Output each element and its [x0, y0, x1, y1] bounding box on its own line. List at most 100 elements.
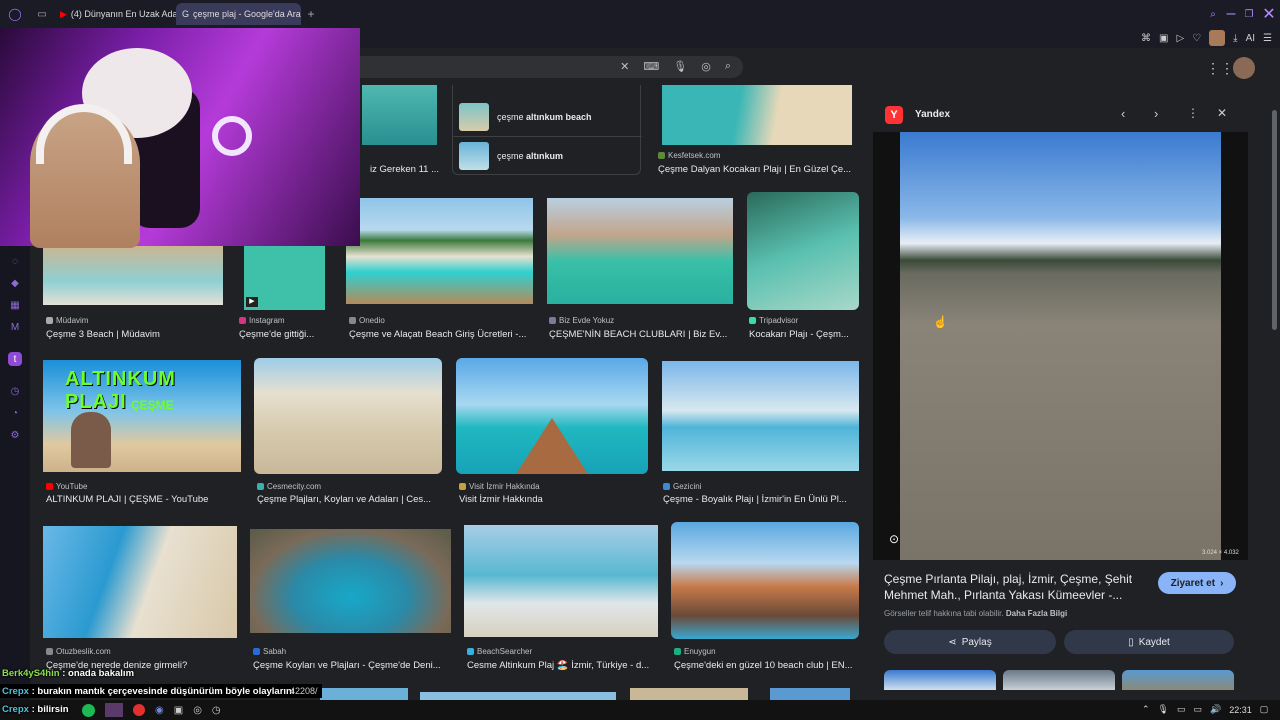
spotify-icon[interactable] [82, 703, 95, 717]
steam-icon[interactable]: ◎ [193, 705, 202, 716]
preview-title[interactable]: Çeşme Pırlanta Pilajı, plaj, İzmir, Çeşm… [884, 571, 1146, 603]
image-thumb[interactable] [250, 529, 451, 633]
image-caption[interactable]: Cesme Altinkum Plaj 🏖️ İzmir, Türkiye - … [467, 660, 659, 671]
sidebar-gallery-icon[interactable]: ▦ [8, 298, 22, 312]
tray-chevron-icon[interactable]: ⌃ [1142, 704, 1150, 715]
image-thumb[interactable] [747, 192, 859, 310]
related-thumb[interactable] [1003, 670, 1115, 690]
image-caption[interactable]: ALTINKUM PLAJI | ÇEŞME - YouTube [46, 494, 241, 505]
extension-icon[interactable]: ⌘ [1141, 33, 1151, 44]
tab-google[interactable]: Gçeşme plaj - Google'da Ara [176, 3, 301, 25]
image-thumb[interactable] [420, 692, 616, 700]
battery-icon[interactable]: ▭ [1194, 704, 1203, 715]
share-button[interactable]: ⋖ Paylaş [884, 630, 1056, 654]
notification-icon[interactable]: ▢ [1260, 704, 1269, 715]
next-icon[interactable]: › [1154, 106, 1158, 121]
clock-app-icon[interactable]: ◷ [212, 705, 221, 716]
sidebar-messenger-icon[interactable]: M [8, 320, 22, 334]
lens-icon[interactable]: ◎ [701, 60, 711, 73]
image-caption[interactable]: Çeşme'de gittiği... [239, 329, 334, 340]
image-caption[interactable]: iz Gereken 11 ... [370, 164, 440, 175]
lens-search-icon[interactable]: ⊙ [889, 532, 899, 546]
image-caption[interactable]: Çeşme Plajları, Koyları ve Adaları | Ces… [257, 494, 442, 505]
image-thumb[interactable] [464, 525, 658, 637]
image-caption[interactable]: Visit İzmir Hakkında [459, 494, 649, 505]
suggestion-item[interactable]: çeşme altınkum beach [453, 97, 642, 137]
sidebar-twitch-icon[interactable]: t [8, 352, 22, 366]
sidebar-settings-icon[interactable]: ⚙ [8, 428, 22, 442]
obs-icon[interactable] [105, 703, 123, 717]
sidebar-wallet-icon[interactable]: ◆ [8, 276, 22, 290]
tab-youtube[interactable]: ▶ (4) Dünyanın En Uzak Ada [54, 3, 176, 25]
image-caption[interactable]: Çeşme'deki en güzel 10 beach club | EN..… [674, 660, 860, 671]
network-icon[interactable]: ▭ [1177, 704, 1186, 715]
image-thumb[interactable] [630, 688, 748, 700]
mic-icon[interactable]: 🎙 [673, 60, 687, 73]
related-thumb[interactable] [1122, 670, 1234, 690]
save-button[interactable]: ▯ Kaydet [1064, 630, 1234, 654]
search-icon[interactable]: ⌕ [725, 60, 731, 73]
scrollbar[interactable] [1272, 110, 1277, 330]
image-thumb[interactable] [362, 85, 437, 145]
record-icon[interactable] [133, 704, 145, 716]
discord-icon[interactable]: ◉ [155, 705, 164, 716]
workspaces-icon[interactable]: ▭ [30, 9, 54, 20]
related-thumb[interactable] [884, 670, 996, 690]
search-tabs-icon[interactable]: ⌕ [1204, 9, 1222, 20]
visit-button[interactable]: Ziyaret et › [1158, 572, 1236, 594]
image-caption[interactable]: Çeşme ve Alaçatı Beach Giriş Ücretleri -… [349, 329, 539, 340]
menu-icon[interactable]: ☰ [1263, 33, 1272, 44]
sidebar-chat-icon[interactable]: ◔ [8, 406, 22, 420]
image-thumb[interactable] [346, 198, 533, 304]
image-thumb[interactable]: ALTINKUM PLAJI ÇEŞME [43, 360, 241, 472]
image-thumb[interactable] [456, 358, 648, 474]
image-thumb[interactable] [662, 85, 852, 145]
image-thumb[interactable] [254, 358, 442, 474]
image-thumb[interactable] [43, 526, 237, 638]
image-thumb[interactable]: ▶ [244, 246, 325, 310]
new-tab-button[interactable]: + [301, 7, 321, 21]
volume-icon[interactable]: 🔊 [1210, 704, 1221, 715]
image-caption[interactable]: Çeşme Koyları ve Plajları - Çeşme'de Den… [253, 660, 451, 671]
image-thumb[interactable] [671, 522, 859, 639]
close-icon[interactable]: ✕ [1217, 106, 1227, 120]
clock[interactable]: 22:31 [1229, 705, 1252, 715]
image-caption[interactable]: ÇEŞME'NİN BEACH CLUBLARI | Biz Ev... [549, 329, 734, 340]
image-thumb[interactable] [43, 246, 223, 305]
provider-name[interactable]: Yandex [915, 109, 950, 120]
download-icon[interactable]: ⤓ [1233, 33, 1237, 44]
image-caption[interactable]: Çeşme 3 Beach | Müdavim [46, 329, 226, 340]
person-avatar [71, 412, 111, 468]
close-icon[interactable]: ✕ [1258, 4, 1280, 24]
search-input[interactable]: ✕ ⌨ 🎙 ◎ ⌕ [360, 56, 743, 78]
image-thumb[interactable] [770, 688, 850, 700]
mouse-cursor-icon: ☝ [933, 315, 948, 329]
sidebar-history-icon[interactable]: ◷ [8, 384, 22, 398]
apps-grid-icon[interactable]: ⋮⋮ [1206, 60, 1234, 77]
player-icon[interactable]: ▷ [1176, 33, 1184, 44]
sidebar-ai-icon[interactable]: ◌ [8, 254, 22, 268]
account-avatar[interactable] [1233, 57, 1255, 79]
image-caption[interactable]: Çeşme - Boyalık Plajı | İzmir'in En Ünlü… [663, 494, 859, 505]
more-info-link[interactable]: Daha Fazla Bilgi [1006, 609, 1067, 618]
more-icon[interactable]: ⋮ [1187, 106, 1199, 120]
image-thumb[interactable] [662, 361, 859, 471]
opera-logo-icon[interactable]: ◯ [0, 7, 30, 21]
snapshot-icon[interactable]: ▣ [1159, 33, 1168, 44]
prev-icon[interactable]: ‹ [1121, 106, 1125, 121]
suggestion-item[interactable]: çeşme altınkum [453, 137, 642, 175]
image-caption[interactable]: Çeşme Dalyan Kocakarı Plajı | En Güzel Ç… [658, 164, 858, 175]
clear-icon[interactable]: ✕ [620, 60, 629, 73]
image-thumb[interactable] [320, 688, 408, 700]
preview-image[interactable]: ⊙ 3.024 × 4.032 [873, 132, 1248, 560]
keyboard-icon[interactable]: ⌨ [643, 60, 659, 73]
image-caption[interactable]: Kocakarı Plajı - Çeşm... [749, 329, 859, 340]
image-thumb[interactable] [547, 198, 733, 304]
minimize-icon[interactable]: – [1222, 5, 1240, 23]
terminal-icon[interactable]: ▣ [174, 705, 183, 716]
avatar[interactable] [1209, 30, 1226, 46]
mic-tray-icon[interactable]: 🎙 [1158, 704, 1169, 715]
heart-icon[interactable]: ♡ [1192, 33, 1201, 44]
ai-button[interactable]: AI [1246, 33, 1255, 44]
maximize-icon[interactable]: ❐ [1240, 9, 1258, 20]
